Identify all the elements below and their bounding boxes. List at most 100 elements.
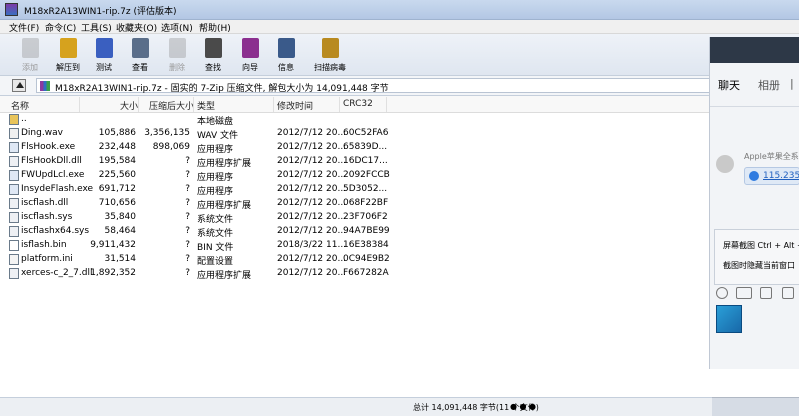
status-bar: 总计 14,091,448 字节(11 个文件) ● ● ●: [0, 397, 712, 416]
tab-chat[interactable]: 聊天: [718, 77, 740, 93]
file-name: FWUpdLcl.exe: [21, 170, 85, 180]
extract-icon: [60, 38, 77, 58]
taskbar: [712, 397, 799, 416]
table-row[interactable]: isflash.bin 9,911,432? BIN 文件 2018/3/22 11.…: [0, 239, 712, 253]
add-button[interactable]: 添加: [13, 36, 47, 74]
info-button[interactable]: 信息: [269, 36, 303, 74]
table-row[interactable]: iscflash.dll 710,656? 应用程序扩展 2012/7/12 20..…: [0, 197, 712, 211]
file-crc: 0C94E9B2: [343, 254, 390, 264]
file-type: 应用程序扩展: [197, 271, 252, 281]
file-modified: 2012/7/12 20...: [277, 254, 347, 264]
file-name: iscflash.dll: [21, 198, 69, 208]
test-icon: [96, 38, 113, 58]
table-row[interactable]: platform.ini 31,514? 配置设置 2012/7/12 20... 0C…: [0, 253, 712, 267]
audio-file-icon: [9, 128, 19, 139]
file-size: 105,886: [98, 128, 136, 138]
file-modified: 2012/7/12 20...: [277, 184, 347, 194]
file-type: WAV 文件: [197, 131, 239, 141]
exe-file-icon: [9, 142, 19, 153]
file-name: isflash.bin: [21, 240, 67, 250]
view-icon: [132, 38, 149, 58]
extract-to-button[interactable]: 解压到: [51, 36, 85, 74]
file-name: FlsHookDll.dll: [21, 156, 82, 166]
exe-file-icon: [9, 170, 19, 181]
file-modified: 2012/7/12 20...: [277, 198, 347, 208]
title-bar[interactable]: M18xR2A13WIN1-rip.7z (评估版本): [0, 0, 799, 20]
column-name[interactable]: 名称: [11, 99, 29, 112]
file-name: FlsHook.exe: [21, 142, 76, 152]
table-row[interactable]: xerces-c_2_7.dll 1,892,352? 应用程序扩展 2012/7/1…: [0, 267, 712, 281]
file-type: 应用程序: [197, 145, 234, 155]
find-button[interactable]: 查找: [196, 36, 230, 74]
file-packed-size: ?: [185, 268, 190, 278]
tab-album[interactable]: 相册: [758, 77, 780, 93]
test-button[interactable]: 测试: [87, 36, 121, 74]
message-link[interactable]: 115.235...: [763, 171, 799, 181]
file-type: BIN 文件: [197, 243, 234, 253]
file-type: 应用程序: [197, 173, 234, 183]
menu-item-screenshot[interactable]: 屏幕截图 Ctrl + Alt + A: [723, 240, 799, 251]
file-type: 配置设置: [197, 257, 234, 267]
file-packed-size: ?: [185, 254, 190, 264]
toolbar: 添加 解压到 测试 查看 删除 查找 向导 信息 扫描病毒: [0, 34, 799, 76]
menu-item-hide-window[interactable]: 截图时隐藏当前窗口: [723, 260, 795, 271]
column-type[interactable]: 类型: [197, 99, 215, 112]
column-divider: [339, 97, 340, 112]
column-size[interactable]: 大小: [120, 99, 138, 112]
file-packed-size: ?: [185, 170, 190, 180]
file-crc: 068F22BF: [343, 198, 389, 208]
status-indicator-dots: ● ● ●: [510, 402, 537, 411]
wizard-button[interactable]: 向导: [233, 36, 267, 74]
scan-virus-button[interactable]: 扫描病毒: [313, 36, 347, 74]
column-crc[interactable]: CRC32: [343, 99, 373, 109]
table-row[interactable]: .. 本地磁盘: [0, 113, 712, 127]
file-name: iscflashx64.sys: [21, 226, 90, 236]
menu-bar: 文件(F) 命令(C) 工具(S) 收藏夹(O) 选项(N) 帮助(H): [0, 20, 799, 34]
emoji-icon[interactable]: [716, 287, 728, 299]
column-packed[interactable]: 压缩后大小: [149, 99, 194, 112]
menu-options[interactable]: 选项(N): [161, 21, 193, 34]
table-row[interactable]: FlsHookDll.dll 195,584? 应用程序扩展 2012/7/12 20…: [0, 155, 712, 169]
file-packed-size: ?: [185, 184, 190, 194]
menu-command[interactable]: 命令(C): [45, 21, 76, 34]
menu-favorites[interactable]: 收藏夹(O): [116, 21, 157, 34]
file-crc: 65839D...: [343, 142, 388, 152]
file-size: 195,584: [98, 156, 136, 166]
up-one-level-button[interactable]: [12, 79, 26, 92]
scissors-icon[interactable]: [760, 287, 772, 299]
file-type: 本地磁盘: [197, 117, 234, 127]
table-row[interactable]: FWUpdLcl.exe 225,560? 应用程序 2012/7/12 20... 2…: [0, 169, 712, 183]
file-list: .. 本地磁盘 Ding.wav 105,886 3,356,135 WAV 文件 2012…: [0, 113, 712, 397]
file-packed-size: ?: [185, 212, 190, 222]
view-button[interactable]: 查看: [123, 36, 157, 74]
file-modified: 2012/7/12 20...: [277, 212, 347, 222]
menu-tools[interactable]: 工具(S): [81, 21, 112, 34]
find-icon: [205, 38, 222, 58]
gif-icon[interactable]: [736, 287, 752, 299]
menu-help[interactable]: 帮助(H): [199, 21, 231, 34]
table-row[interactable]: Ding.wav 105,886 3,356,135 WAV 文件 2012/7/12 …: [0, 127, 712, 141]
chat-message: Apple苹果全系... 115.235...: [710, 137, 799, 197]
image-thumbnail[interactable]: [716, 305, 742, 333]
file-size: 35,840: [104, 212, 137, 222]
info-icon: [278, 38, 295, 58]
avatar[interactable]: [716, 155, 734, 173]
menu-file[interactable]: 文件(F): [9, 21, 39, 34]
chat-toolbar: [710, 283, 799, 303]
image-icon[interactable]: [782, 287, 794, 299]
address-bar: M18xR2A13WIN1-rip.7z - 固实的 7-Zip 压缩文件, 解…: [0, 76, 712, 96]
table-row[interactable]: iscflashx64.sys 58,464? 系统文件 2012/7/12 20..…: [0, 225, 712, 239]
table-row[interactable]: InsydeFlash.exe 691,712? 应用程序 2012/7/12 20.…: [0, 183, 712, 197]
wizard-icon: [242, 38, 259, 58]
file-size: 31,514: [104, 254, 137, 264]
table-row[interactable]: FlsHook.exe 232,448 898,069 应用程序 2012/7/12 2…: [0, 141, 712, 155]
file-modified: 2012/7/12 20...: [277, 128, 347, 138]
delete-button[interactable]: 删除: [160, 36, 194, 74]
message-bubble: 115.235...: [744, 167, 799, 185]
file-name: Ding.wav: [21, 128, 63, 138]
column-divider: [273, 97, 274, 112]
table-row[interactable]: iscflash.sys 35,840? 系统文件 2012/7/12 20... 23…: [0, 211, 712, 225]
column-modified[interactable]: 修改时间: [277, 99, 313, 112]
file-packed-size: ?: [185, 226, 190, 236]
address-field[interactable]: M18xR2A13WIN1-rip.7z - 固实的 7-Zip 压缩文件, 解…: [36, 78, 712, 94]
